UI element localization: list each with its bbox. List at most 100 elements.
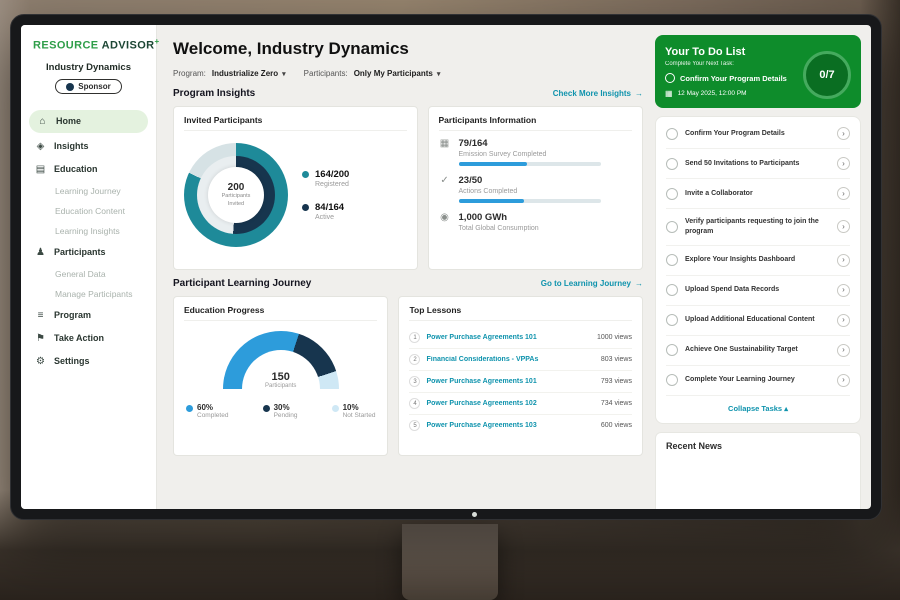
task-checkbox[interactable] — [666, 374, 678, 386]
legend-registered: 164/200 Registered — [302, 169, 349, 188]
task-row-upload-spend-data[interactable]: Upload Spend Data Records › — [666, 276, 850, 306]
task-checkbox[interactable] — [666, 284, 678, 296]
lesson-views: 600 views — [601, 422, 632, 429]
task-row-verify-participants[interactable]: Verify participants requesting to join t… — [666, 209, 850, 246]
go-to-learning-journey-link[interactable]: Go to Learning Journey → — [541, 279, 643, 288]
sidebar-nav: ⌂ Home ◈ Insights ▤ Education Learning J… — [21, 110, 156, 373]
legend-label: Not Started — [343, 412, 376, 419]
task-checkbox[interactable] — [666, 158, 678, 170]
sidebar-item-insights[interactable]: ◈ Insights — [21, 135, 156, 158]
gauge-center-label: Participants — [223, 383, 339, 389]
task-checkbox[interactable] — [666, 254, 678, 266]
next-task-checkbox[interactable] — [665, 73, 675, 83]
insights-icon: ◈ — [35, 141, 46, 152]
collapse-tasks-link[interactable]: Collapse Tasks ▴ — [666, 396, 850, 421]
sidebar-item-learning-insights[interactable]: Learning Insights — [21, 221, 156, 241]
donut-legend: 164/200 Registered 84/164 Active — [302, 169, 349, 221]
participants-select[interactable]: Only My Participants ▾ — [354, 69, 441, 78]
legend-value: 84/164 — [315, 202, 344, 213]
task-row-confirm-program[interactable]: Confirm Your Program Details › — [666, 119, 850, 149]
sidebar-item-participants[interactable]: ♟ Participants — [21, 241, 156, 264]
arrow-right-icon: → — [635, 279, 643, 288]
check-icon: ✓ — [439, 175, 451, 186]
due-date-text: 12 May 2025, 12:00 PM — [678, 90, 747, 97]
home-icon: ⌂ — [37, 116, 48, 127]
monitor-stand — [402, 524, 498, 600]
insights-cards-row: Invited Participants 200 Participants In… — [173, 106, 643, 270]
lesson-link[interactable]: Financial Considerations - VPPAs — [426, 356, 594, 363]
sidebar-item-manage-participants[interactable]: Manage Participants — [21, 284, 156, 304]
sidebar-item-education-content[interactable]: Education Content — [21, 201, 156, 221]
sidebar-item-label: Education — [54, 164, 98, 174]
chevron-right-icon[interactable]: › — [837, 157, 850, 170]
info-label: Actions Completed — [459, 188, 601, 195]
legend-dot-not-started — [332, 405, 339, 412]
task-row-invite-collaborator[interactable]: Invite a Collaborator › — [666, 179, 850, 209]
chevron-right-icon[interactable]: › — [837, 374, 850, 387]
sidebar-item-settings[interactable]: ⚙ Settings — [21, 350, 156, 373]
task-checkbox[interactable] — [666, 221, 678, 233]
chevron-up-icon: ▴ — [784, 404, 788, 413]
lesson-rank: 5 — [409, 420, 420, 431]
program-insights-header: Program Insights Check More Insights → — [173, 88, 643, 99]
chevron-right-icon[interactable]: › — [837, 220, 850, 233]
task-label: Upload Additional Educational Content — [685, 315, 830, 325]
task-checkbox[interactable] — [666, 344, 678, 356]
sidebar-item-program[interactable]: ≡ Program — [21, 304, 156, 327]
todo-panel: Your To Do List Complete Your Next Task:… — [655, 25, 871, 509]
legend-dot-pending — [263, 405, 270, 412]
sidebar-item-take-action[interactable]: ⚑ Take Action — [21, 327, 156, 350]
sidebar-item-label: Insights — [54, 141, 89, 151]
donut-center-label: Participants Invited — [215, 193, 257, 207]
chevron-right-icon[interactable]: › — [837, 284, 850, 297]
chevron-right-icon[interactable]: › — [837, 187, 850, 200]
top-lessons-card: Top Lessons 1 Power Purchase Agreements … — [398, 296, 643, 456]
chevron-right-icon[interactable]: › — [837, 314, 850, 327]
lesson-views: 734 views — [601, 400, 632, 407]
lesson-link[interactable]: Power Purchase Agreements 101 — [426, 334, 590, 341]
sidebar-item-education[interactable]: ▤ Education — [21, 158, 156, 181]
sidebar-item-home[interactable]: ⌂ Home — [29, 110, 148, 133]
next-task-label: Confirm Your Program Details — [680, 74, 787, 83]
legend-dot-completed — [186, 405, 193, 412]
gauge-legend: 60% Completed 30% Pending — [184, 389, 377, 419]
legend-pct: 60% — [197, 403, 228, 412]
education-icon: ▤ — [35, 164, 46, 175]
info-value: 23/50 — [459, 175, 601, 186]
legend-label: Pending — [274, 412, 298, 419]
program-select[interactable]: Industrialize Zero ▾ — [212, 69, 286, 78]
sidebar-item-learning-journey[interactable]: Learning Journey — [21, 181, 156, 201]
task-checkbox[interactable] — [666, 128, 678, 140]
card-title: Top Lessons — [409, 305, 632, 321]
todo-summary-card: Your To Do List Complete Your Next Task:… — [655, 35, 861, 108]
info-row-consumption: ◉ 1,000 GWh Total Global Consumption — [439, 212, 632, 236]
sponsor-badge[interactable]: Sponsor — [55, 79, 121, 94]
task-row-explore-insights[interactable]: Explore Your Insights Dashboard › — [666, 246, 850, 276]
task-checkbox[interactable] — [666, 188, 678, 200]
sidebar-item-label: Participants — [54, 247, 106, 257]
task-checkbox[interactable] — [666, 314, 678, 326]
check-more-insights-link[interactable]: Check More Insights → — [553, 89, 643, 98]
chevron-right-icon[interactable]: › — [837, 344, 850, 357]
task-row-complete-learning-journey[interactable]: Complete Your Learning Journey › — [666, 366, 850, 396]
task-row-upload-educational-content[interactable]: Upload Additional Educational Content › — [666, 306, 850, 336]
lesson-link[interactable]: Power Purchase Agreements 102 — [426, 400, 594, 407]
donut-center-value: 200 — [228, 182, 245, 193]
lesson-views: 803 views — [601, 356, 632, 363]
chevron-right-icon[interactable]: › — [837, 254, 850, 267]
task-row-send-invitations[interactable]: Send 50 Invitations to Participants › — [666, 149, 850, 179]
program-filter-label: Program: — [173, 69, 206, 78]
progress-track — [459, 162, 601, 166]
progress-fill — [459, 199, 524, 203]
sidebar-item-general-data[interactable]: General Data — [21, 264, 156, 284]
todo-progress-ring: 0/7 — [803, 51, 851, 99]
lesson-link[interactable]: Power Purchase Agreements 101 — [426, 378, 594, 385]
chevron-right-icon[interactable]: › — [837, 127, 850, 140]
lesson-link[interactable]: Power Purchase Agreements 103 — [426, 422, 594, 429]
next-task[interactable]: Confirm Your Program Details — [665, 73, 799, 83]
legend-dot-active — [302, 204, 309, 211]
calendar-icon: ▦ — [665, 89, 673, 98]
task-row-sustainability-target[interactable]: Achieve One Sustainability Target › — [666, 336, 850, 366]
sidebar-item-label: Settings — [54, 356, 90, 366]
lesson-rank: 4 — [409, 398, 420, 409]
